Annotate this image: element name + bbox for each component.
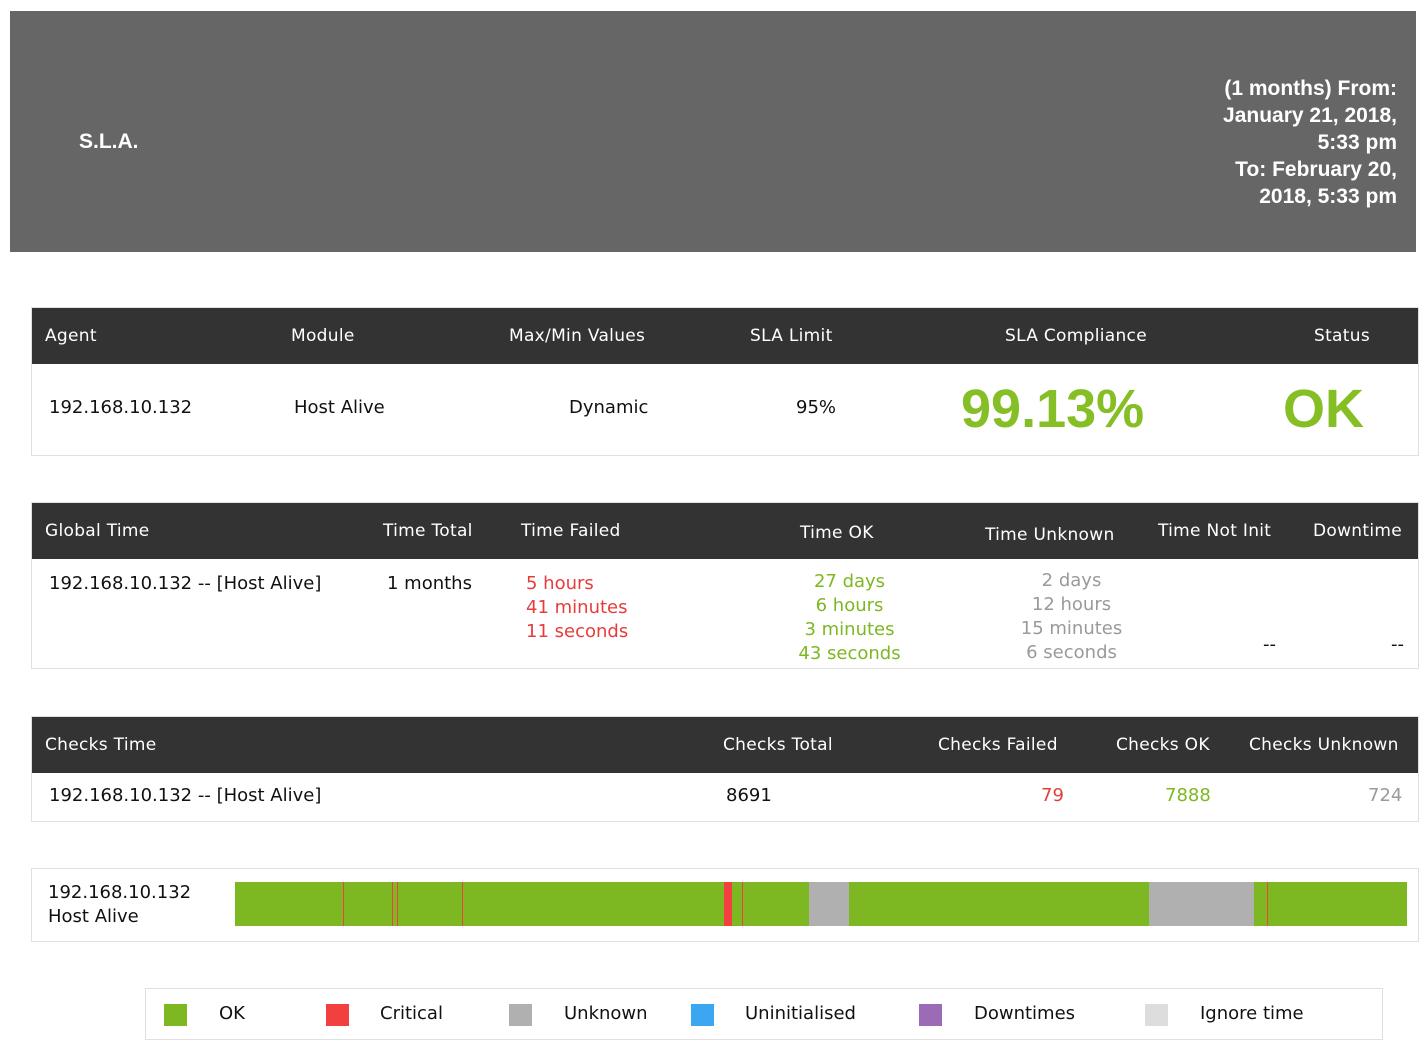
timeline-label: 192.168.10.132 Host Alive: [48, 881, 191, 929]
downtime-cell: --: [1391, 634, 1404, 655]
legend-label-ignore-time: Ignore time: [1200, 1003, 1304, 1024]
checks-unknown-cell: 724: [1368, 785, 1403, 806]
time-not-init-cell: --: [1263, 634, 1276, 655]
legend-swatch-uninitialised: [691, 1004, 714, 1026]
timeline-segment-critical: [742, 882, 743, 926]
col-downtime: Downtime: [1313, 521, 1402, 541]
col-maxmin: Max/Min Values: [509, 326, 646, 346]
checks-total-cell: 8691: [726, 785, 772, 806]
timeline-segment-critical: [392, 882, 393, 926]
time-unknown-hours: 12 hours: [1031, 594, 1112, 615]
table-header: Global Time Time Total Time Failed Time …: [32, 503, 1418, 559]
checks-ok-cell: 7888: [1165, 785, 1211, 806]
timeline-segment-critical: [1267, 882, 1268, 926]
global-time-table: Global Time Time Total Time Failed Time …: [31, 502, 1419, 669]
time-ok-hours: 6 hours: [815, 595, 884, 616]
time-failed-cell: 5 hours 41 minutes 11 seconds: [526, 572, 628, 644]
time-unknown-seconds: 6 seconds: [1026, 642, 1117, 663]
legend-label-uninitialised: Uninitialised: [745, 1003, 856, 1024]
time-unknown-cell: 2 days 12 hours 15 minutes 6 seconds: [1014, 569, 1129, 665]
checks-failed-cell: 79: [1041, 785, 1064, 806]
col-agent: Agent: [45, 326, 97, 346]
col-time-ok: Time OK: [800, 523, 874, 543]
timeline-segment-critical: [343, 882, 344, 926]
col-checks-failed: Checks Failed: [938, 735, 1058, 755]
col-time-total: Time Total: [383, 521, 473, 541]
timeline-legend: OK Critical Unknown Uninitialised Downti…: [145, 988, 1383, 1040]
date-range-line: 2018, 5:33 pm: [1259, 185, 1397, 208]
report-title: S.L.A.: [79, 130, 139, 153]
legend-swatch-ok: [164, 1004, 187, 1026]
col-module: Module: [291, 326, 355, 346]
checks-item-cell: 192.168.10.132 -- [Host Alive]: [49, 785, 322, 806]
timeline-segment-unknown: [809, 882, 849, 926]
maxmin-cell: Dynamic: [569, 397, 649, 418]
sla-compliance-value: 99.13%: [961, 379, 1145, 439]
sla-timeline-bar: [235, 882, 1407, 926]
sla-limit-cell: 95%: [796, 397, 837, 418]
date-range-line: To: February 20,: [1235, 158, 1397, 181]
legend-label-critical: Critical: [380, 1003, 443, 1024]
time-failed-seconds: 11 seconds: [526, 621, 629, 642]
time-ok-seconds: 43 seconds: [798, 643, 901, 664]
col-checks-total: Checks Total: [723, 735, 833, 755]
date-range-line: January 21, 2018,: [1223, 104, 1397, 127]
sla-timeline-panel: 192.168.10.132 Host Alive: [31, 868, 1419, 942]
col-sla-limit: SLA Limit: [750, 326, 833, 346]
sla-summary-table: Agent Module Max/Min Values SLA Limit SL…: [31, 307, 1419, 456]
time-failed-minutes: 41 minutes: [526, 597, 628, 618]
legend-swatch-unknown: [509, 1004, 532, 1026]
legend-label-downtimes: Downtimes: [974, 1003, 1076, 1024]
table-header: Agent Module Max/Min Values SLA Limit SL…: [32, 308, 1418, 364]
time-unknown-days: 2 days: [1041, 570, 1102, 591]
time-failed-hours: 5 hours: [526, 573, 594, 594]
table-header: Checks Time Checks Total Checks Failed C…: [32, 717, 1418, 773]
report-date-range: (1 months) From: January 21, 2018, 5:33 …: [1057, 75, 1397, 210]
col-global-time: Global Time: [45, 521, 150, 541]
timeline-segment-critical: [462, 882, 463, 926]
timeline-segment-unknown: [1149, 882, 1254, 926]
time-ok-minutes: 3 minutes: [804, 619, 895, 640]
legend-swatch-downtimes: [919, 1004, 942, 1026]
global-item-cell: 192.168.10.132 -- [Host Alive]: [49, 573, 322, 594]
col-checks-time: Checks Time: [45, 735, 157, 755]
col-status: Status: [1314, 326, 1370, 346]
date-range-line: 5:33 pm: [1317, 131, 1397, 154]
col-checks-ok: Checks OK: [1116, 735, 1210, 755]
col-time-not-init: Time Not Init: [1158, 521, 1272, 541]
col-checks-unknown: Checks Unknown: [1249, 735, 1399, 755]
timeline-module: Host Alive: [48, 906, 139, 927]
date-range-line: (1 months) From:: [1224, 77, 1397, 100]
timeline-segment-critical: [724, 882, 732, 926]
time-unknown-minutes: 15 minutes: [1020, 618, 1123, 639]
col-sla-compliance: SLA Compliance: [1005, 326, 1147, 346]
time-ok-cell: 27 days 6 hours 3 minutes 43 seconds: [792, 570, 907, 666]
status-value: OK: [1283, 379, 1364, 439]
time-total-cell: 1 months: [387, 573, 472, 594]
time-ok-days: 27 days: [813, 571, 886, 592]
legend-label-ok: OK: [219, 1003, 245, 1024]
legend-label-unknown: Unknown: [564, 1003, 648, 1024]
checks-time-table: Checks Time Checks Total Checks Failed C…: [31, 716, 1419, 822]
agent-cell: 192.168.10.132: [49, 397, 193, 418]
module-cell: Host Alive: [294, 397, 385, 418]
legend-swatch-ignore-time: [1145, 1004, 1168, 1026]
report-header: S.L.A. (1 months) From: January 21, 2018…: [10, 11, 1416, 252]
timeline-segment-critical: [397, 882, 398, 926]
col-time-unknown: Time Unknown: [985, 525, 1115, 545]
col-time-failed: Time Failed: [521, 521, 621, 541]
legend-swatch-critical: [326, 1004, 349, 1026]
timeline-agent: 192.168.10.132: [48, 882, 192, 903]
